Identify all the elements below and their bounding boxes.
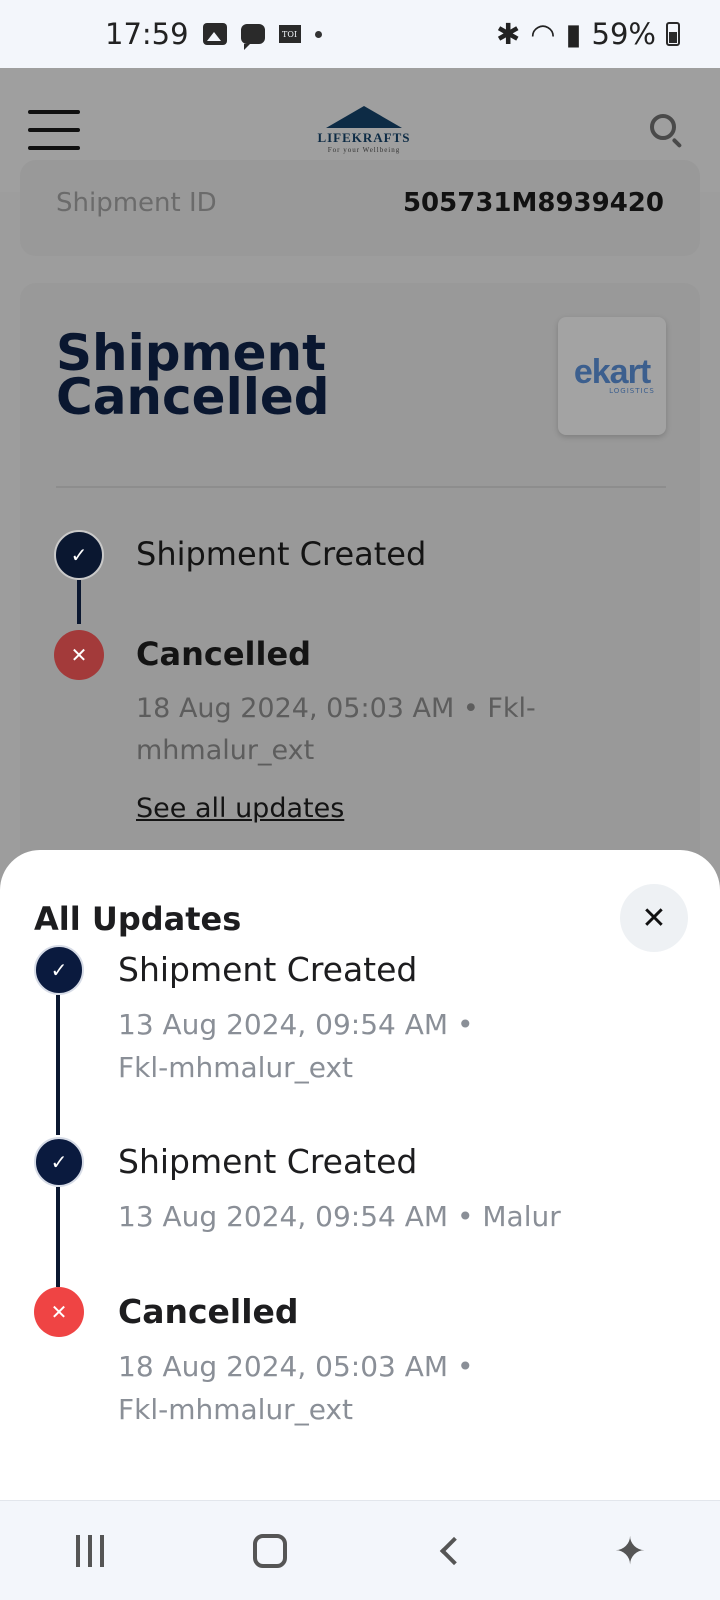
accessibility-icon: ✦ [614,1528,646,1573]
timeline-connector [56,1187,60,1287]
back-button[interactable] [420,1521,480,1581]
search-icon[interactable] [648,112,684,149]
check-icon: ✓ [54,530,104,580]
update-meta: 13 Aug 2024, 09:54 AM • Fkl-mhmalur_ext [118,1008,474,1084]
home-button[interactable] [240,1521,300,1581]
cross-icon: ✕ [34,1287,84,1337]
battery-percent: 59% [591,17,656,51]
update-title: Shipment Created [118,1142,418,1181]
timeline-event-title: Cancelled [136,635,312,673]
brand-logo[interactable]: LIFEKRAFTS For your Wellbeing [317,106,410,154]
check-icon: ✓ [34,945,84,995]
more-notifications-icon [314,30,322,38]
status-bar-right: ✱ ◠ ▮ 59% [496,17,680,51]
back-icon [439,1536,469,1565]
check-icon: ✓ [34,1137,84,1187]
close-icon: ✕ [641,900,667,936]
cross-icon: ✕ [54,630,104,680]
timeline-connector [77,580,81,624]
update-title: Cancelled [118,1292,299,1331]
update-title: Shipment Created [118,950,418,989]
message-notification-icon [240,24,265,50]
shipment-status-card: Shipment Cancelled ekart LOGISTICS ✓ ✕ S… [20,283,700,883]
carrier-subtitle: LOGISTICS [609,387,655,395]
close-button[interactable]: ✕ [620,884,688,952]
logo-roof-icon [325,106,402,128]
recent-apps-button[interactable] [60,1521,120,1581]
bluetooth-icon: ✱ [495,17,521,51]
menu-icon[interactable] [28,110,80,150]
news-notification-icon: TOI [278,25,301,43]
shipment-id-value: 505731M8939420 [402,188,664,218]
status-bar-left: 17:59 TOI [105,17,322,51]
system-nav-bar: ✦ [0,1500,720,1600]
sheet-title: All Updates [34,900,242,938]
card-divider [56,486,666,488]
update-meta: 13 Aug 2024, 09:54 AM • Malur [118,1200,561,1233]
carrier-name: ekart [573,353,651,391]
carrier-logo: ekart LOGISTICS [558,317,666,435]
logo-tagline: For your Wellbeing [327,146,401,154]
shipment-status-title: Shipment Cancelled [56,324,330,426]
shipment-id-label: Shipment ID [56,188,217,218]
shipment-id-card: Shipment ID 505731M8939420 [20,160,700,256]
timeline-event-meta: 18 Aug 2024, 05:03 AM • Fkl-mhmalur_ext [136,693,536,766]
status-time: 17:59 [105,17,189,51]
gallery-notification-icon [202,23,227,45]
accessibility-button[interactable]: ✦ [600,1521,660,1581]
status-bar: 17:59 TOI ✱ ◠ ▮ 59% [0,0,720,68]
timeline-connector [56,995,60,1135]
timeline-event-title: Shipment Created [136,535,427,573]
signal-icon: ▮ [565,17,582,51]
update-meta: 18 Aug 2024, 05:03 AM • Fkl-mhmalur_ext [118,1350,474,1426]
battery-icon [666,22,680,46]
recent-apps-icon [76,1534,104,1567]
all-updates-sheet: All Updates ✕ ✓ Shipment Created 13 Aug … [0,850,720,1500]
wifi-icon: ◠ [530,17,556,51]
home-icon [253,1533,287,1568]
see-all-updates-link[interactable]: See all updates [136,793,344,824]
logo-title: LIFEKRAFTS [317,130,411,145]
